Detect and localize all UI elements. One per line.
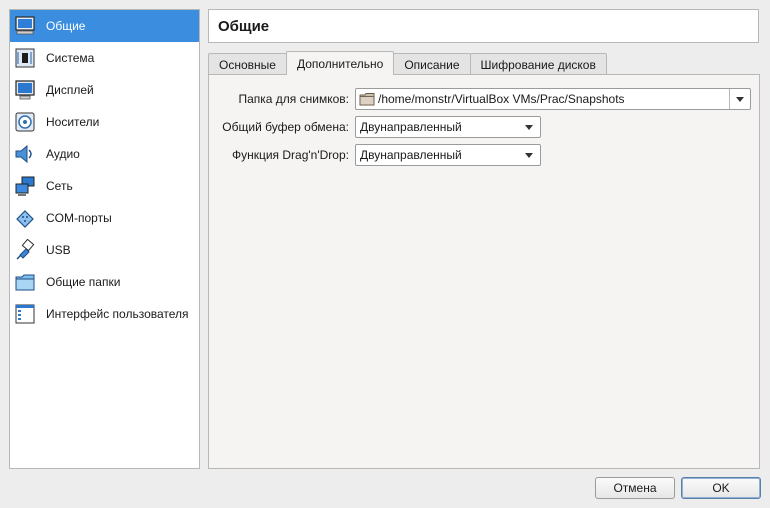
sidebar-item-label: Дисплей <box>46 83 94 97</box>
sidebar-item-label: Интерфейс пользователя <box>46 307 189 321</box>
drag-and-drop-value: Двунаправленный <box>360 148 462 162</box>
tab-bar: Основные Дополнительно Описание Шифрован… <box>208 51 607 75</box>
user-interface-icon <box>15 304 35 324</box>
sidebar-item-usb[interactable]: USB <box>10 234 199 266</box>
shared-folder-icon <box>15 274 35 291</box>
tab-disk-encryption[interactable]: Шифрование дисков <box>469 53 607 75</box>
sidebar-item-shared-folders[interactable]: Общие папки <box>10 266 199 298</box>
tab-advanced[interactable]: Дополнительно <box>285 51 395 75</box>
drag-and-drop-label: Функция Drag'n'Drop: <box>231 148 349 162</box>
drag-and-drop-select[interactable]: Двунаправленный <box>355 144 541 166</box>
serial-port-icon <box>16 210 34 228</box>
sidebar-item-label: COM-порты <box>46 211 112 225</box>
sidebar-item-label: Система <box>46 51 95 65</box>
clipboard-select[interactable]: Двунаправленный <box>355 116 541 138</box>
sidebar-item-system[interactable]: Система <box>10 42 199 74</box>
page-title: Общие <box>208 9 759 43</box>
ok-button[interactable]: OK <box>681 477 761 499</box>
snapshot-folder-select[interactable]: /home/monstr/VirtualBox VMs/Prac/Snapsho… <box>355 88 751 110</box>
settings-sidebar: Общие Система Дисплей Носители Аудио Сет… <box>9 9 200 469</box>
sidebar-item-network[interactable]: Сеть <box>10 170 199 202</box>
monitor-general-icon <box>15 16 35 35</box>
disk-icon <box>15 112 35 132</box>
chevron-down-icon <box>525 124 533 130</box>
sidebar-item-label: Аудио <box>46 147 80 161</box>
clipboard-label: Общий буфер обмена: <box>222 120 349 134</box>
sidebar-item-serial-ports[interactable]: COM-порты <box>10 202 199 234</box>
sidebar-item-general[interactable]: Общие <box>10 10 199 42</box>
sidebar-item-label: Носители <box>46 115 100 129</box>
sidebar-item-user-interface[interactable]: Интерфейс пользователя <box>10 298 199 330</box>
motherboard-icon <box>15 48 35 68</box>
sidebar-item-label: Общие папки <box>46 275 121 289</box>
folder-icon <box>359 93 375 106</box>
sidebar-item-audio[interactable]: Аудио <box>10 138 199 170</box>
chevron-down-icon <box>736 96 744 102</box>
display-icon <box>15 80 35 100</box>
usb-icon <box>16 239 35 260</box>
snapshot-folder-label: Папка для снимков: <box>238 92 349 106</box>
tab-description[interactable]: Описание <box>393 53 471 75</box>
speaker-icon <box>15 144 32 164</box>
clipboard-value: Двунаправленный <box>360 120 462 134</box>
snapshot-folder-dropdown-button[interactable] <box>730 89 750 109</box>
chevron-down-icon <box>525 152 533 158</box>
sidebar-item-storage[interactable]: Носители <box>10 106 199 138</box>
sidebar-item-label: USB <box>46 243 71 257</box>
tab-basic[interactable]: Основные <box>208 53 287 75</box>
sidebar-item-label: Сеть <box>46 179 73 193</box>
sidebar-item-label: Общие <box>46 19 86 33</box>
sidebar-item-display[interactable]: Дисплей <box>10 74 199 106</box>
cancel-button[interactable]: Отмена <box>595 477 675 499</box>
network-icon <box>15 176 35 196</box>
advanced-panel: Папка для снимков: /home/monstr/VirtualB… <box>208 74 760 469</box>
snapshot-folder-value: /home/monstr/VirtualBox VMs/Prac/Snapsho… <box>378 92 625 106</box>
